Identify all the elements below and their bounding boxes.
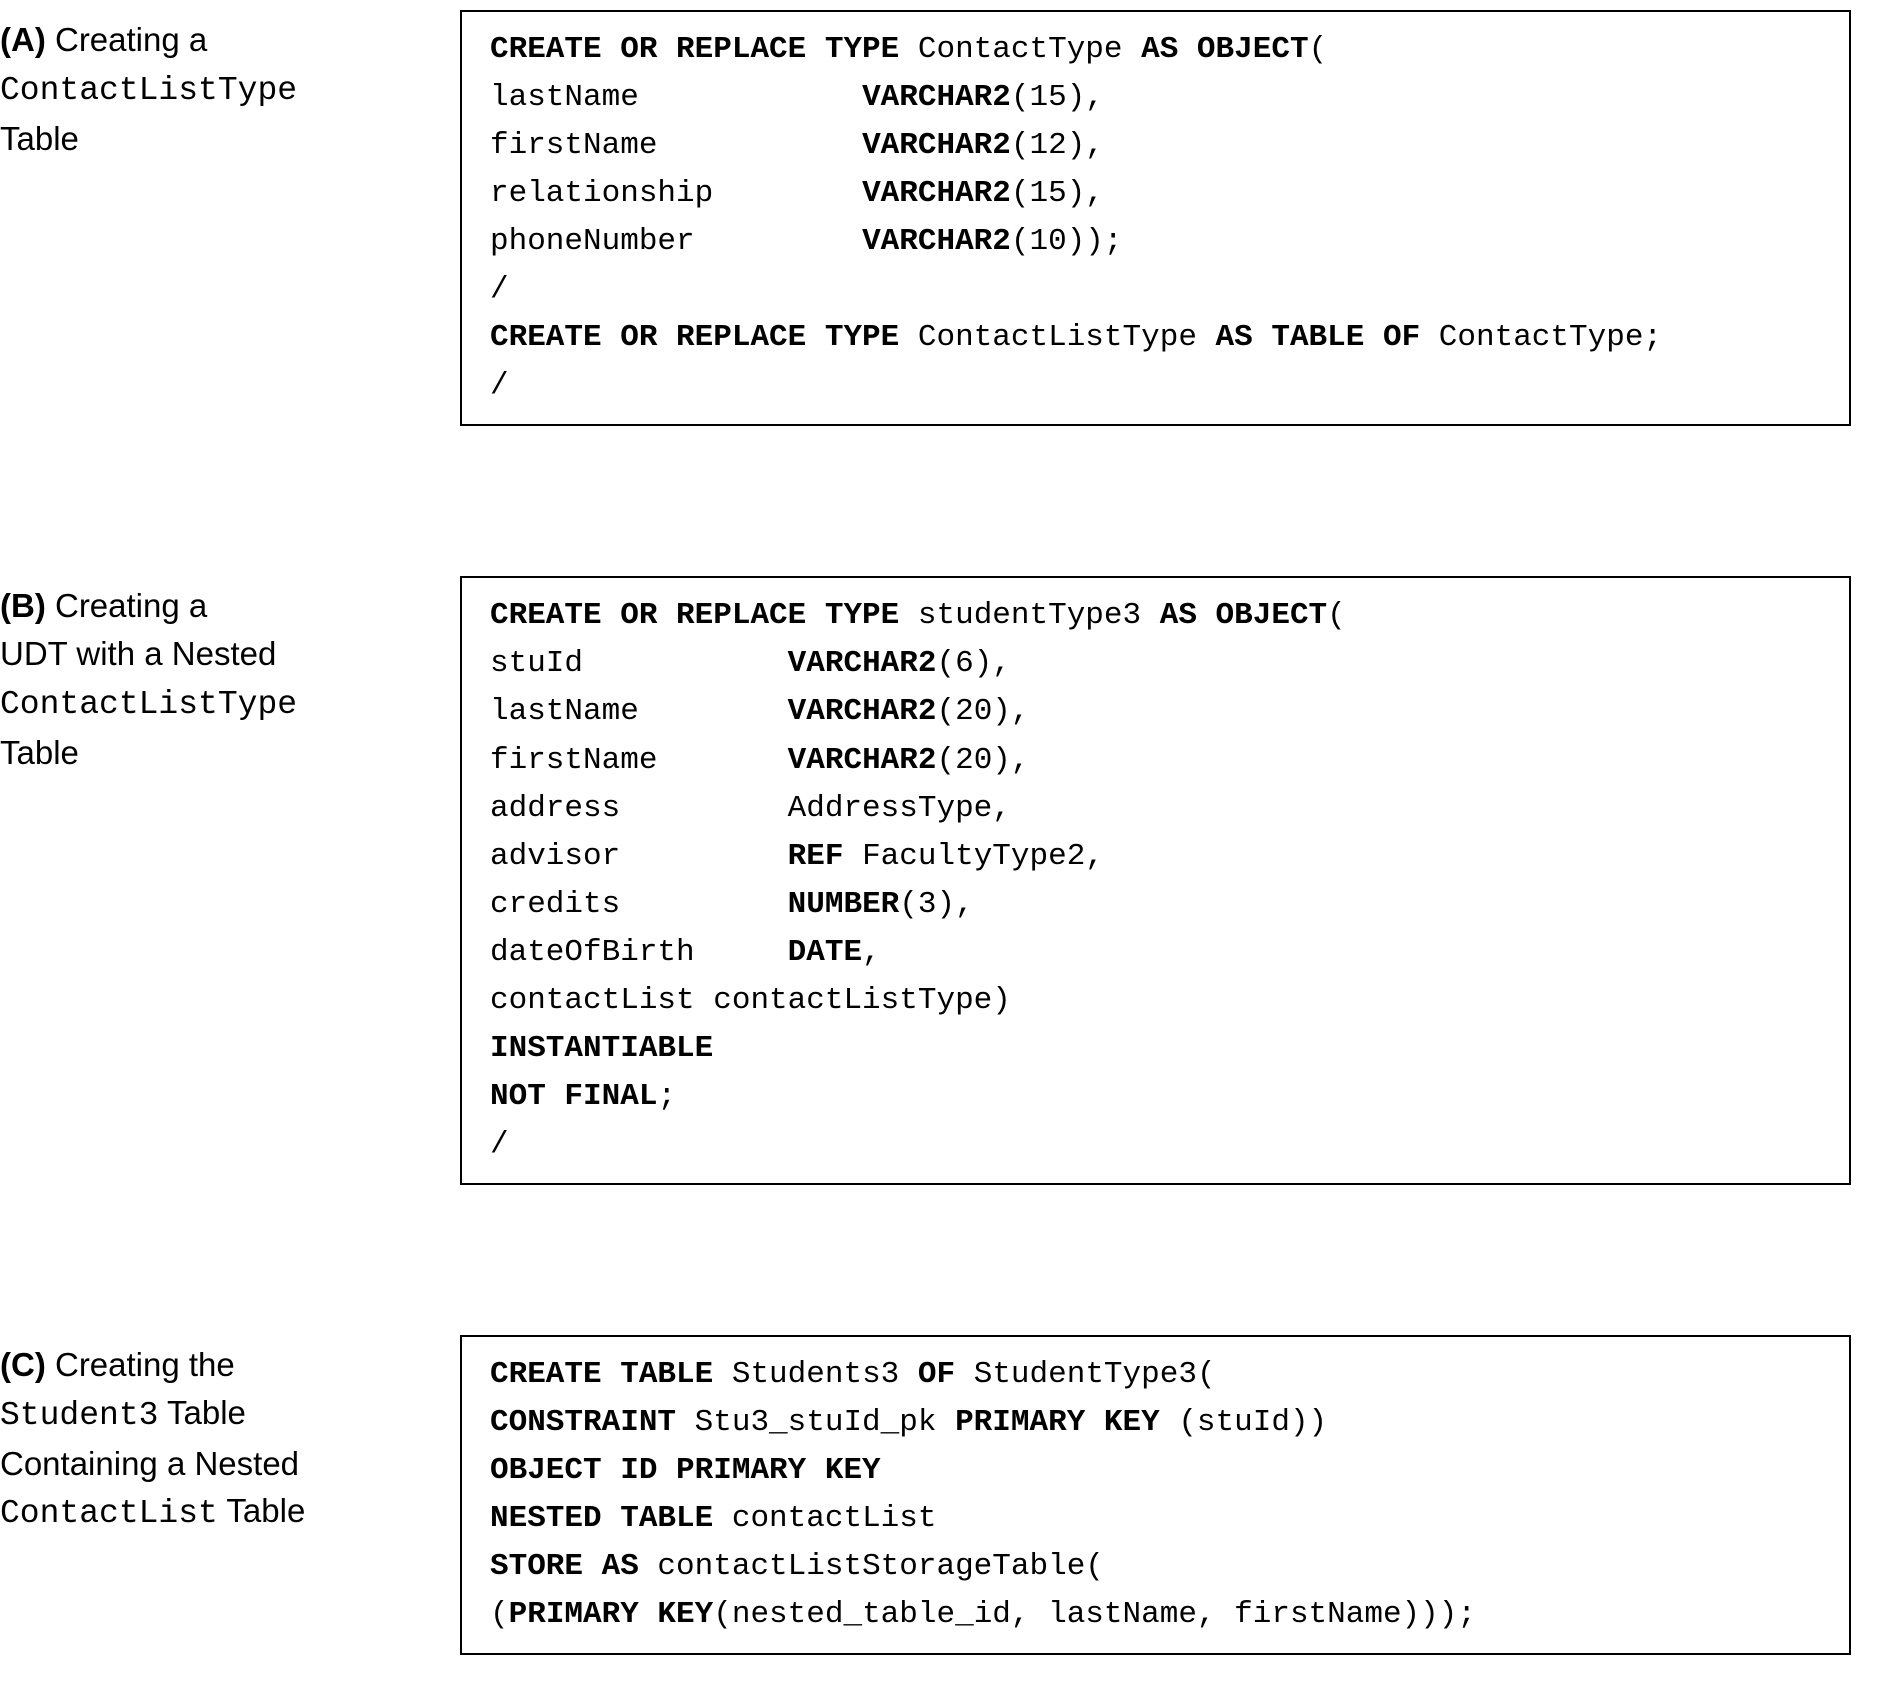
- section-a: (A) Creating aContactListTypeTable CREAT…: [0, 10, 1851, 426]
- section-b-code: CREATE OR REPLACE TYPE studentType3 AS O…: [460, 576, 1851, 1185]
- section-a-code: CREATE OR REPLACE TYPE ContactType AS OB…: [460, 10, 1851, 426]
- section-c-label: (C) Creating theStudent3 TableContaining…: [0, 1335, 460, 1538]
- section-b-letter: (B): [0, 587, 46, 624]
- section-b: (B) Creating aUDT with a NestedContactLi…: [0, 576, 1851, 1185]
- section-a-label: (A) Creating aContactListTypeTable: [0, 10, 460, 163]
- section-c-code: CREATE TABLE Students3 OF StudentType3( …: [460, 1335, 1851, 1655]
- section-c-code-col: CREATE TABLE Students3 OF StudentType3( …: [460, 1335, 1851, 1655]
- section-b-code-col: CREATE OR REPLACE TYPE studentType3 AS O…: [460, 576, 1851, 1185]
- section-c-letter: (C): [0, 1346, 46, 1383]
- page: (A) Creating aContactListTypeTable CREAT…: [0, 0, 1881, 1685]
- section-b-label: (B) Creating aUDT with a NestedContactLi…: [0, 576, 460, 776]
- section-a-letter: (A): [0, 21, 46, 58]
- section-c-label-text: Creating theStudent3 TableContaining a N…: [0, 1346, 305, 1530]
- section-a-code-col: CREATE OR REPLACE TYPE ContactType AS OB…: [460, 10, 1851, 426]
- section-c: (C) Creating theStudent3 TableContaining…: [0, 1335, 1851, 1655]
